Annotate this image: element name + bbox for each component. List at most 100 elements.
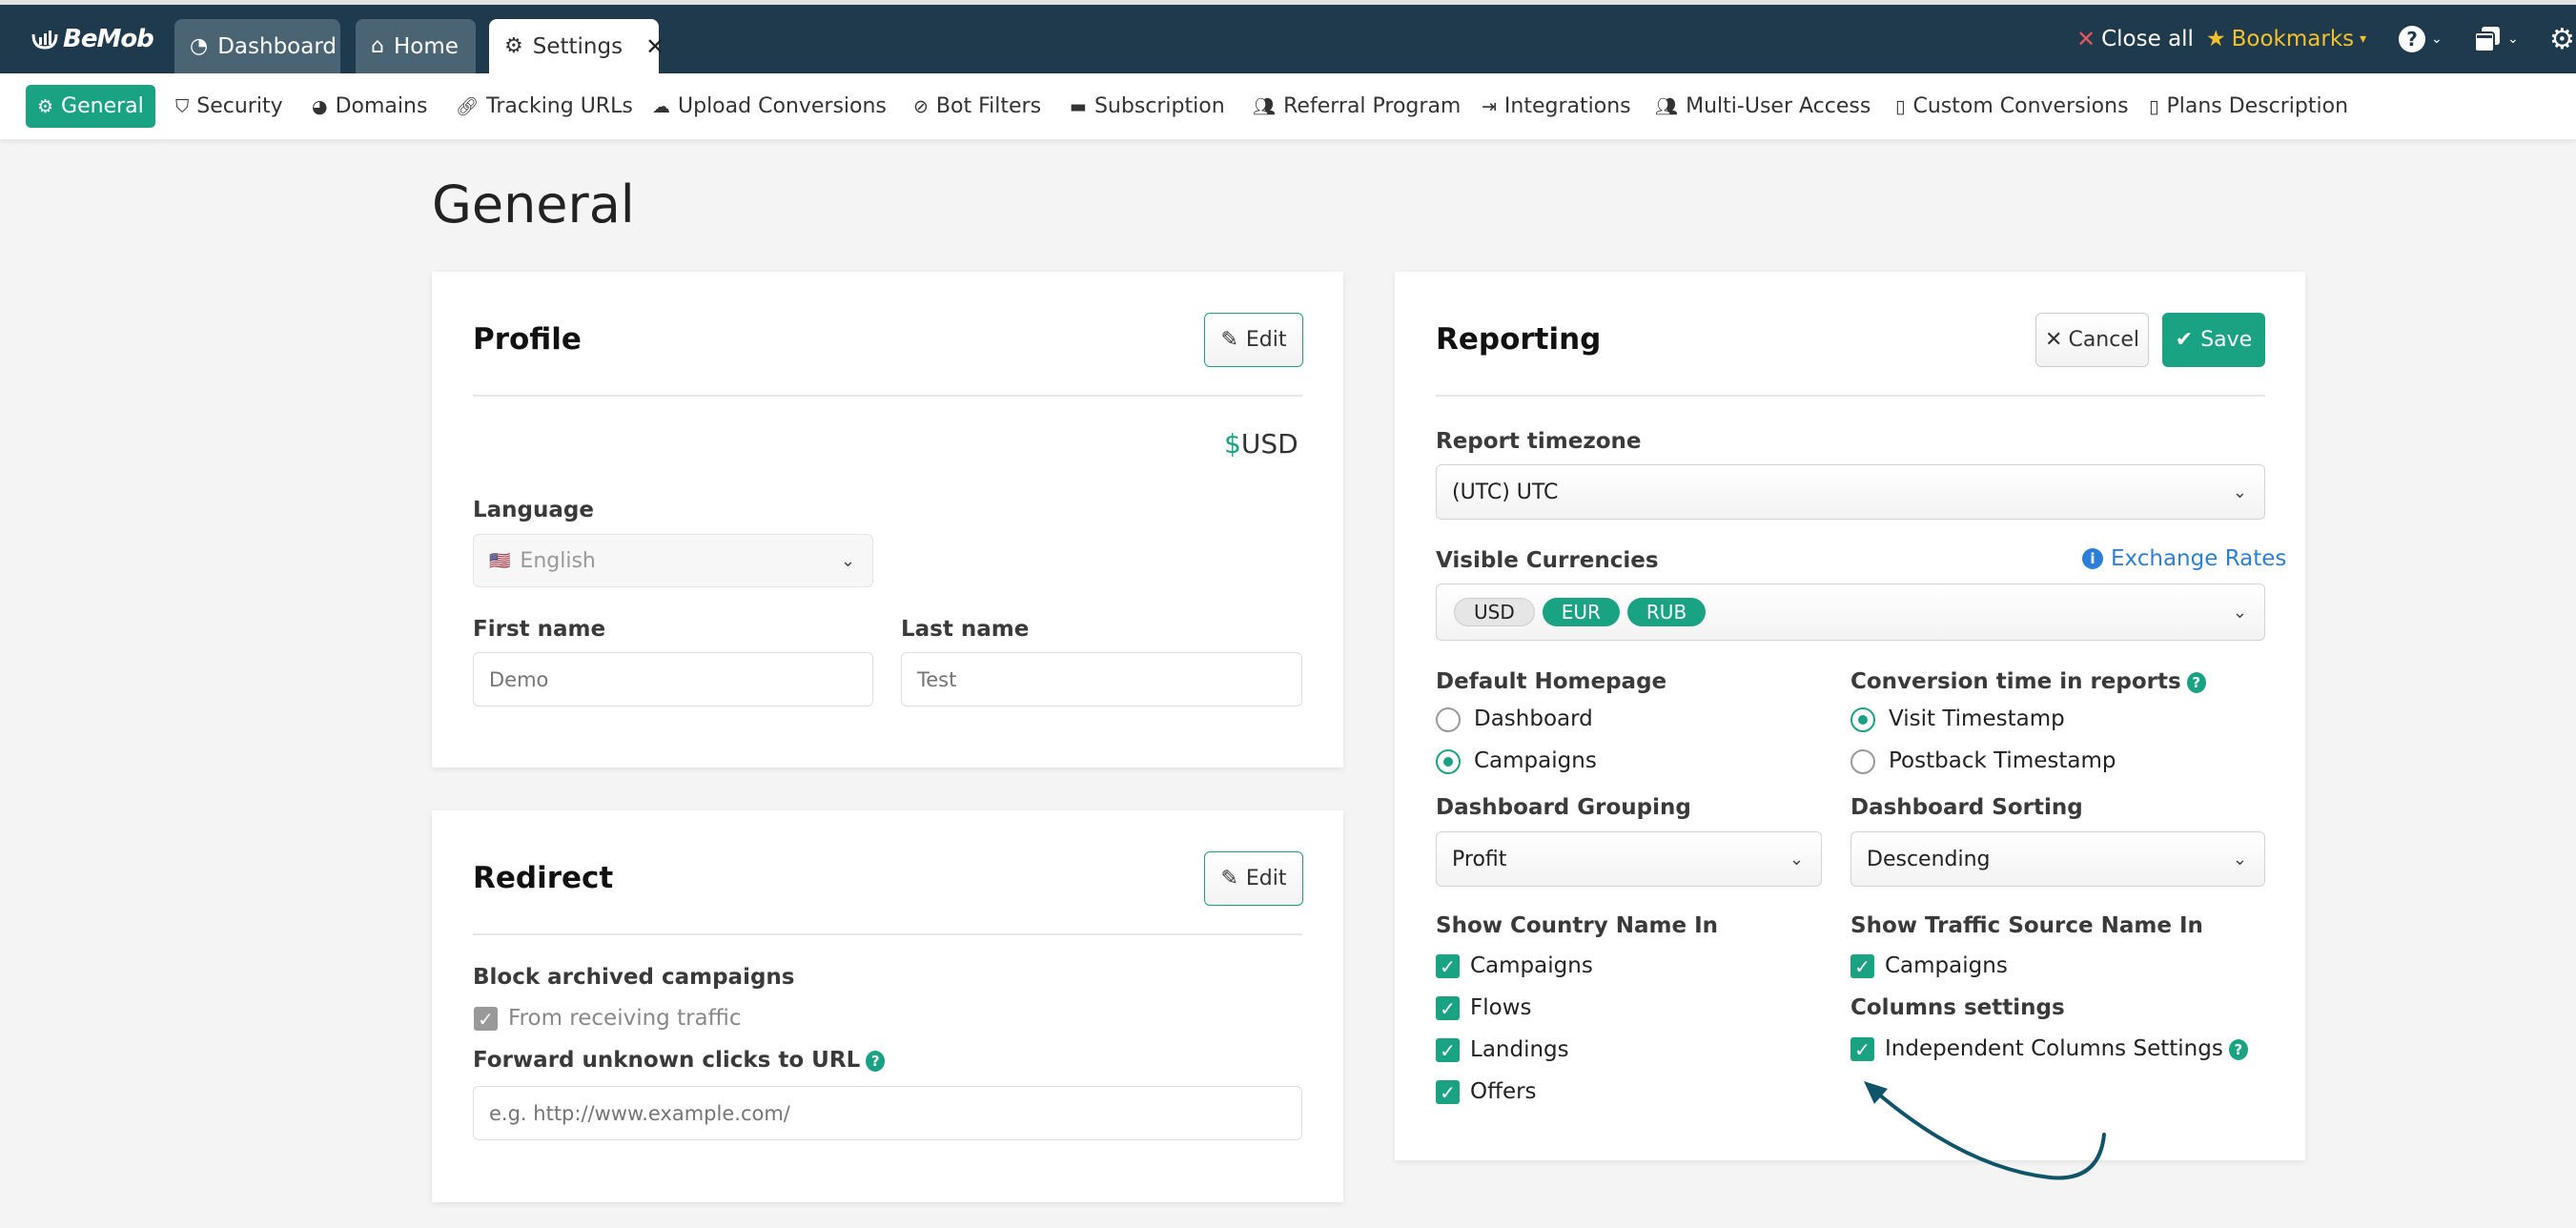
country-flows-label: Flows [1470, 995, 1532, 1020]
ban-icon: ⊘ [913, 95, 929, 117]
redirect-title: Redirect [473, 861, 614, 895]
close-tab-icon[interactable]: ✕ [645, 33, 664, 60]
cancel-button[interactable]: ✕ Cancel [2035, 313, 2149, 367]
country-landings-label: Landings [1470, 1037, 1569, 1062]
timezone-select[interactable]: (UTC) UTC ⌄ [1436, 464, 2265, 520]
settings-gear-button[interactable]: ⚙ [2549, 22, 2575, 56]
traffic-campaigns-label: Campaigns [1885, 953, 2008, 978]
language-label: Language [473, 498, 594, 522]
subnav-item-multi-user-access[interactable]: 👥︎ Multi-User Access [1647, 85, 1878, 128]
tab-label: Dashboard [217, 33, 337, 59]
visit-timestamp-label: Visit Timestamp [1889, 706, 2065, 731]
globe-icon: ◕ [312, 95, 328, 117]
subnav-item-tracking-urls[interactable]: 🔗︎ Tracking URLs [448, 85, 641, 128]
first-name-input[interactable] [473, 652, 873, 706]
currency-chip-eur[interactable]: EUR [1542, 598, 1620, 626]
help-icon[interactable]: ? [2186, 671, 2206, 693]
independent-columns-checkbox[interactable]: ✓ [1850, 1037, 1874, 1061]
star-icon: ★ [2206, 27, 2226, 51]
homepage-campaigns-radio[interactable] [1436, 749, 1461, 774]
dashboard-grouping-label: Dashboard Grouping [1436, 795, 1691, 820]
subnav-label: Custom Conversions [1912, 94, 2129, 118]
visible-currencies-select[interactable]: USD EUR RUB ⌄ [1436, 583, 2265, 641]
bookmarks-dropdown[interactable]: ★ Bookmarks ▾ [2206, 23, 2366, 55]
profile-title: Profile [473, 322, 582, 357]
subnav-label: Integrations [1503, 94, 1631, 118]
subnav-item-security[interactable]: ⛉ Security [168, 85, 291, 128]
file-invoice-dollar-icon: ▯ [1895, 95, 1906, 117]
help-icon[interactable]: ? [2228, 1038, 2248, 1060]
edit-icon: ✎ [1220, 328, 1238, 352]
country-offers-checkbox[interactable]: ✓ [1436, 1080, 1460, 1104]
subnav-item-plans-description[interactable]: ▯ Plans Description [2141, 85, 2356, 128]
first-name-label: First name [473, 617, 606, 642]
country-campaigns-checkbox[interactable]: ✓ [1436, 954, 1460, 978]
page-title: General [432, 174, 635, 235]
dashboard-sorting-select[interactable]: Descending ⌄ [1850, 831, 2265, 887]
language-value: English [520, 548, 596, 573]
visit-timestamp-radio[interactable] [1850, 707, 1875, 732]
chevron-down-icon: ⌄ [2232, 602, 2247, 623]
subnav-label: General [61, 94, 144, 118]
check-icon: ✔ [2175, 328, 2194, 352]
tab-dashboard[interactable]: ◔ Dashboard [174, 19, 340, 73]
redirect-edit-button[interactable]: ✎ Edit [1204, 851, 1303, 906]
currency-chip-rub[interactable]: RUB [1626, 598, 1707, 626]
sorting-value: Descending [1867, 847, 1991, 871]
redirect-divider [473, 933, 1302, 935]
close-icon: ✕ [2076, 26, 2096, 52]
windows-dropdown[interactable]: ⌄ [2473, 23, 2519, 55]
help-icon[interactable]: ? [866, 1050, 886, 1072]
gear-icon: ⚙ [504, 34, 523, 58]
subnav-item-subscription[interactable]: ▬ Subscription [1062, 85, 1233, 128]
account-currency: $USD [1224, 428, 1298, 460]
country-flows-checkbox[interactable]: ✓ [1436, 996, 1460, 1020]
subnav-item-upload-conversions[interactable]: ☁ Upload Conversions [644, 85, 894, 128]
postback-timestamp-radio[interactable] [1850, 749, 1875, 774]
subnav-item-bot-filters[interactable]: ⊘ Bot Filters [906, 85, 1049, 128]
subnav-item-custom-conversions[interactable]: ▯ Custom Conversions [1888, 85, 2136, 128]
profile-edit-button[interactable]: ✎ Edit [1204, 313, 1303, 367]
chevron-down-icon: ▾ [2360, 31, 2367, 47]
tab-home[interactable]: ⌂ Home [356, 19, 476, 73]
visible-currencies-label: Visible Currencies [1436, 548, 1659, 573]
grouping-value: Profit [1452, 847, 1507, 871]
subnav-item-general[interactable]: ⚙ General [26, 85, 155, 128]
subnav-label: Upload Conversions [678, 94, 887, 118]
forward-url-input[interactable] [473, 1086, 1302, 1140]
homepage-campaigns-label: Campaigns [1474, 748, 1597, 773]
close-all-button[interactable]: ✕ Close all [2076, 23, 2194, 55]
subnav-item-referral-program[interactable]: 👥︎ Referral Program [1245, 85, 1468, 128]
save-label: Save [2200, 328, 2253, 352]
country-landings-checkbox[interactable]: ✓ [1436, 1038, 1460, 1062]
us-flag-icon: 🇺🇸 [489, 550, 511, 571]
homepage-dashboard-radio[interactable] [1436, 707, 1461, 732]
dashboard-sorting-label: Dashboard Sorting [1850, 795, 2083, 820]
users-cog-icon: 👥︎ [1655, 96, 1679, 117]
file-import-icon: ⇥ [1482, 95, 1497, 117]
country-campaigns-label: Campaigns [1470, 953, 1593, 978]
chevron-down-icon: ⌄ [2232, 849, 2247, 870]
subnav-item-integrations[interactable]: ⇥ Integrations [1474, 85, 1639, 128]
last-name-input[interactable] [901, 652, 1302, 706]
subnav-item-domains[interactable]: ◕ Domains [304, 85, 435, 128]
from-receiving-traffic-checkbox[interactable]: ✓ [474, 1007, 498, 1031]
save-button[interactable]: ✔ Save [2162, 313, 2265, 367]
traffic-campaigns-checkbox[interactable]: ✓ [1850, 954, 1874, 978]
bemob-logo[interactable]: BeMob [31, 25, 154, 53]
dashboard-grouping-select[interactable]: Profit ⌄ [1436, 831, 1822, 887]
chevron-down-icon: ⌄ [2507, 31, 2519, 47]
tab-settings[interactable]: ⚙ Settings ✕ [489, 19, 664, 73]
currency-chip-usd[interactable]: USD [1454, 598, 1535, 626]
users-icon: 👥︎ [1253, 96, 1277, 117]
help-dropdown[interactable]: ? ⌄ [2399, 23, 2443, 55]
cloud-upload-icon: ☁ [652, 95, 670, 117]
exchange-rates-link[interactable]: i Exchange Rates [2082, 546, 2286, 571]
gear-icon: ⚙ [2549, 22, 2575, 56]
tab-label: Settings [532, 33, 624, 59]
conversion-time-label: Conversion time in reports? [1850, 669, 2206, 694]
language-select[interactable]: 🇺🇸 English ⌄ [473, 534, 873, 587]
postback-timestamp-label: Postback Timestamp [1889, 748, 2116, 773]
gear-icon: ⚙ [37, 95, 54, 117]
shield-icon: ⛉ [175, 95, 190, 117]
